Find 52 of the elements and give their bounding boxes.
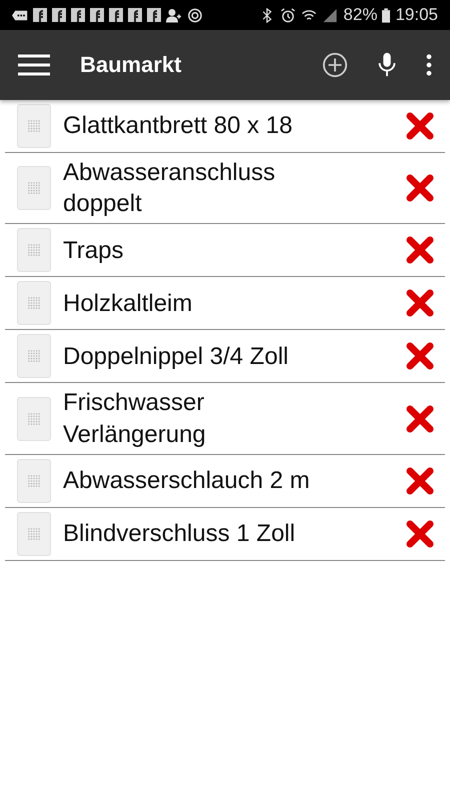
clock: 19:05 xyxy=(395,5,438,25)
delete-icon[interactable] xyxy=(405,404,435,434)
drag-handle[interactable] xyxy=(17,281,51,326)
drag-handle[interactable] xyxy=(17,104,51,148)
notification-icon xyxy=(90,8,104,22)
add-icon[interactable] xyxy=(322,52,348,78)
notification-icon xyxy=(71,8,85,22)
grip-icon xyxy=(28,297,40,310)
delete-icon[interactable] xyxy=(405,288,435,318)
delete-icon[interactable] xyxy=(405,518,435,549)
item-text: Abwasserschlauch 2 m xyxy=(63,466,311,496)
item-text: Glattkantbrett 80 x 18 xyxy=(63,111,294,142)
notification-icon xyxy=(147,8,161,22)
delete-icon[interactable] xyxy=(405,341,435,372)
item-text: Traps xyxy=(63,236,124,266)
item-text: Blindverschluss 1 Zoll xyxy=(63,519,296,550)
person-icon xyxy=(166,8,182,22)
wifi-icon xyxy=(301,8,318,22)
drag-handle[interactable] xyxy=(17,512,51,556)
notification-icon xyxy=(109,8,123,22)
menu-icon[interactable] xyxy=(18,53,50,77)
grip-icon xyxy=(28,182,40,194)
grip-icon xyxy=(28,350,40,362)
drag-handle[interactable] xyxy=(17,458,51,503)
delete-icon[interactable] xyxy=(405,235,435,266)
drag-handle[interactable] xyxy=(17,334,51,378)
drag-handle[interactable] xyxy=(17,228,51,272)
more-options-icon[interactable] xyxy=(426,54,432,76)
sync-icon xyxy=(187,8,203,22)
notification-icon xyxy=(33,8,47,22)
item-text: Doppelnippel 3/4 Zoll xyxy=(63,342,290,372)
signal-icon xyxy=(322,8,338,22)
delete-icon[interactable] xyxy=(405,466,435,496)
notification-icon xyxy=(128,8,142,22)
alarm-icon xyxy=(280,8,296,22)
delete-icon[interactable] xyxy=(405,111,435,141)
grip-icon xyxy=(28,244,40,256)
battery-icon xyxy=(382,8,390,22)
grip-icon xyxy=(28,412,40,425)
drag-handle[interactable] xyxy=(17,166,51,210)
delete-icon[interactable] xyxy=(405,173,435,204)
list-title: Baumarkt xyxy=(80,52,182,78)
grip-icon xyxy=(28,474,40,487)
message-icon xyxy=(12,8,28,22)
item-text: Abwasseranschluss doppelt xyxy=(63,158,276,220)
grip-icon xyxy=(28,528,40,540)
battery-percentage: 82% xyxy=(343,5,378,25)
drag-handle[interactable] xyxy=(17,396,51,441)
item-text: Holzkaltleim xyxy=(63,288,194,319)
item-text: Frischwasser Verlängerung xyxy=(63,388,207,450)
notification-icon xyxy=(52,8,66,22)
grip-icon xyxy=(28,120,40,132)
